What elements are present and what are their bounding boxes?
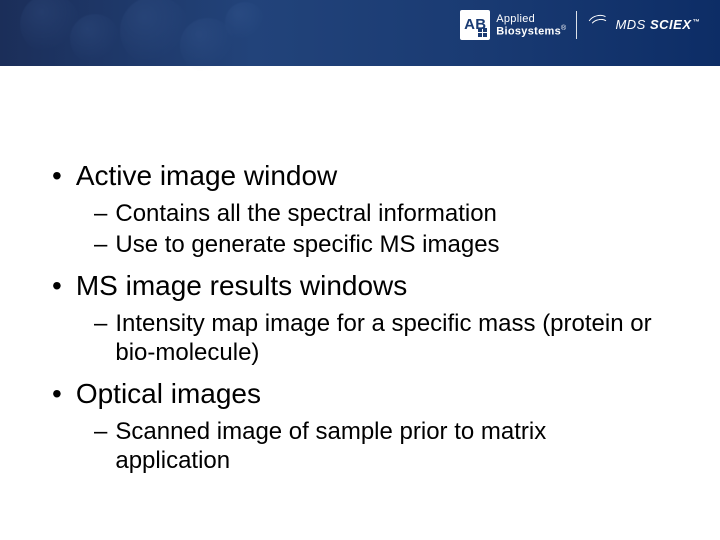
bullet-dot-icon: • bbox=[52, 380, 62, 408]
sub-bullet-item: – Contains all the spectral information bbox=[94, 200, 668, 229]
tm-mark: ™ bbox=[693, 19, 701, 26]
sub-bullet-list: – Contains all the spectral information … bbox=[94, 200, 668, 260]
bullet-text: Optical images bbox=[76, 378, 261, 410]
ab-logo-tile: AB bbox=[460, 10, 490, 40]
dash-icon: – bbox=[94, 200, 107, 229]
bullet-item: • Optical images – Scanned image of samp… bbox=[52, 378, 668, 476]
dash-icon: – bbox=[94, 418, 107, 447]
sub-bullet-list: – Intensity map image for a specific mas… bbox=[94, 310, 668, 368]
sub-bullet-text: Scanned image of sample prior to matrix … bbox=[115, 418, 655, 476]
ab-logo-squares-icon bbox=[478, 28, 488, 38]
bullet-text: Active image window bbox=[76, 160, 337, 192]
slide: AB Applied Biosystems® MDS SCIEX™ • bbox=[0, 0, 720, 540]
sub-bullet-item: – Intensity map image for a specific mas… bbox=[94, 310, 668, 368]
registered-mark: ® bbox=[561, 25, 566, 32]
sub-bullet-list: – Scanned image of sample prior to matri… bbox=[94, 418, 668, 476]
slide-content: • Active image window – Contains all the… bbox=[52, 160, 668, 485]
sub-bullet-item: – Scanned image of sample prior to matri… bbox=[94, 418, 668, 476]
brand-block: AB Applied Biosystems® MDS SCIEX™ bbox=[460, 10, 700, 40]
bullet-item: • MS image results windows – Intensity m… bbox=[52, 270, 668, 368]
bullet-dot-icon: • bbox=[52, 162, 62, 190]
mds-sciex-block: MDS SCIEX™ bbox=[587, 13, 700, 37]
sciex-word: SCIEX bbox=[650, 17, 692, 32]
dash-icon: – bbox=[94, 231, 107, 260]
sub-bullet-text: Use to generate specific MS images bbox=[115, 231, 499, 260]
sub-bullet-text: Contains all the spectral information bbox=[115, 200, 497, 229]
bullet-item: • Active image window – Contains all the… bbox=[52, 160, 668, 260]
mds-word: MDS bbox=[615, 17, 645, 32]
header-band: AB Applied Biosystems® MDS SCIEX™ bbox=[0, 0, 720, 66]
applied-line1: Applied bbox=[496, 13, 535, 25]
sub-bullet-item: – Use to generate specific MS images bbox=[94, 231, 668, 260]
bullet-dot-icon: • bbox=[52, 272, 62, 300]
bullet-text: MS image results windows bbox=[76, 270, 407, 302]
dash-icon: – bbox=[94, 310, 107, 339]
mds-swoosh-icon bbox=[587, 13, 611, 37]
header-texture bbox=[10, 0, 270, 66]
brand-divider bbox=[576, 11, 577, 39]
applied-line2: Biosystems bbox=[496, 25, 561, 37]
mds-sciex-text: MDS SCIEX™ bbox=[615, 18, 700, 32]
applied-biosystems-text: Applied Biosystems® bbox=[496, 13, 566, 38]
bullet-list: • Active image window – Contains all the… bbox=[52, 160, 668, 475]
sub-bullet-text: Intensity map image for a specific mass … bbox=[115, 310, 655, 368]
